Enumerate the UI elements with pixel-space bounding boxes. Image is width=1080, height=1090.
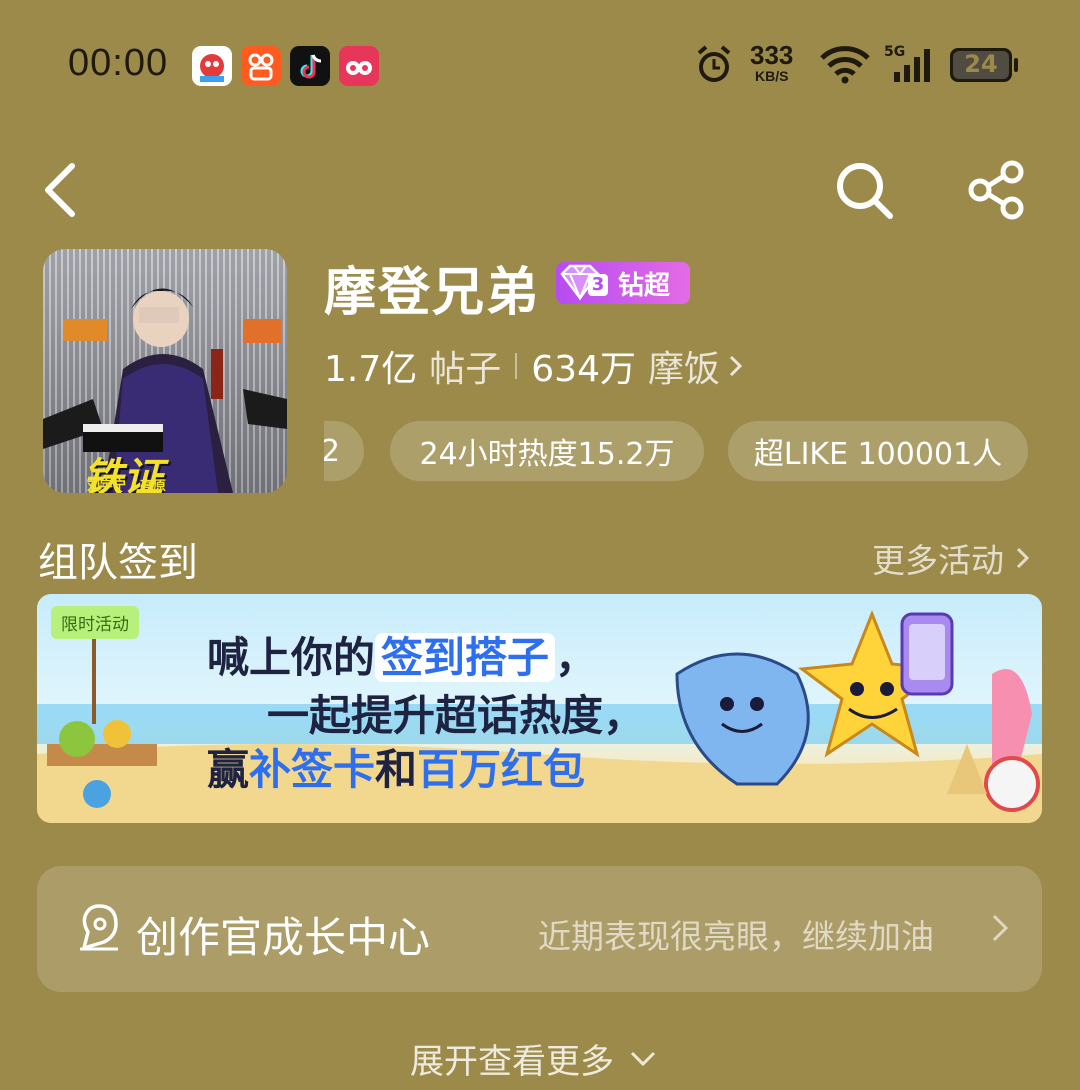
- limited-time-tag: 限时活动: [51, 606, 139, 639]
- topic-title: 摩登兄弟: [324, 263, 541, 323]
- banner-line-3-c: 和: [375, 745, 418, 794]
- banner-line-1: 喊上你的 签到搭子，: [207, 624, 597, 685]
- badge-level: 3: [588, 274, 608, 296]
- posts-count: 1.7亿: [324, 349, 418, 390]
- share-button[interactable]: [966, 160, 1026, 220]
- wifi-icon: [818, 46, 872, 88]
- checkin-activity-banner[interactable]: 限时活动 喊上你的 签到搭子， 一起提升超话热度， 赢补签卡和百万红包: [37, 594, 1042, 823]
- banner-line-3-b: 补签卡: [249, 745, 376, 794]
- alarm-icon: [694, 44, 734, 90]
- music-app-icon: [339, 46, 379, 86]
- superlike-chip[interactable]: 超LIKE 100001人: [728, 421, 1028, 481]
- expand-more-label: 展开查看更多: [410, 1042, 614, 1082]
- rank-chip-label: 2: [324, 433, 340, 469]
- superlike-chip-label: 超LIKE 100001人: [753, 437, 1003, 472]
- banner-line-3-a: 赢: [207, 745, 250, 794]
- search-button[interactable]: [834, 160, 894, 220]
- stats-divider: [515, 353, 518, 379]
- banner-line-1-suffix: ，: [555, 633, 598, 682]
- chevron-down-icon: [630, 1051, 656, 1066]
- creator-pen-icon: [76, 902, 122, 956]
- banner-line-2: 一起提升超话热度，: [267, 691, 646, 740]
- banner-line-3-d: 百万红包: [417, 745, 586, 794]
- badge-label: 钻超: [618, 270, 671, 301]
- banner-line-1-prefix: 喊上你的: [207, 633, 376, 682]
- rank-chip[interactable]: 2: [324, 421, 364, 481]
- share-icon: [968, 160, 1024, 220]
- posts-label: 帖子: [429, 349, 502, 390]
- cover-art: [43, 288, 287, 493]
- network-speed: 333: [750, 40, 794, 70]
- back-button[interactable]: [30, 160, 90, 220]
- chevron-right-icon: [729, 355, 743, 377]
- weibo-app-icon: [192, 46, 232, 86]
- more-activities-link[interactable]: 更多活动: [872, 534, 1034, 582]
- expand-more-button[interactable]: 展开查看更多: [410, 1034, 658, 1083]
- heat-chip-label: 24小时热度15.2万: [419, 437, 675, 472]
- battery-level: 24: [964, 50, 998, 78]
- banner-line-3: 赢补签卡和百万红包: [207, 736, 585, 797]
- more-activities-label: 更多活动: [872, 541, 1004, 580]
- chevron-right-icon: [988, 910, 1012, 950]
- team-checkin-title: 组队签到: [38, 540, 198, 586]
- creator-center-title: 创作官成长中心: [136, 913, 431, 962]
- super-level-badge[interactable]: 3 钻超: [556, 262, 690, 304]
- battery-icon: 24: [950, 48, 1018, 82]
- network-speed-unit: KB/S: [754, 68, 789, 84]
- cover-subtitle: 刘宇宁 · 高原: [87, 479, 166, 493]
- chevron-right-icon: [1016, 547, 1030, 569]
- chevron-left-icon: [45, 163, 75, 217]
- topic-cover-image[interactable]: 铁证 刘宇宁 · 高原: [43, 249, 287, 493]
- status-time: 00:00: [68, 42, 169, 84]
- fans-label: 摩饭: [648, 349, 721, 390]
- topic-stats[interactable]: 1.7亿 帖子 634万 摩饭: [324, 340, 746, 392]
- heat-chip[interactable]: 24小时热度15.2万: [390, 421, 704, 481]
- signal-icon: [890, 46, 934, 88]
- rank-chip-clip: 2: [324, 421, 366, 481]
- search-icon: [837, 163, 893, 219]
- banner-line-1-highlight: 签到搭子: [375, 633, 556, 682]
- fans-count: 634万: [531, 349, 636, 390]
- kuaishou-app-icon: [241, 46, 281, 86]
- tiktok-app-icon: [290, 46, 330, 86]
- creator-center-subtitle: 近期表现很亮眼，继续加油: [538, 917, 934, 956]
